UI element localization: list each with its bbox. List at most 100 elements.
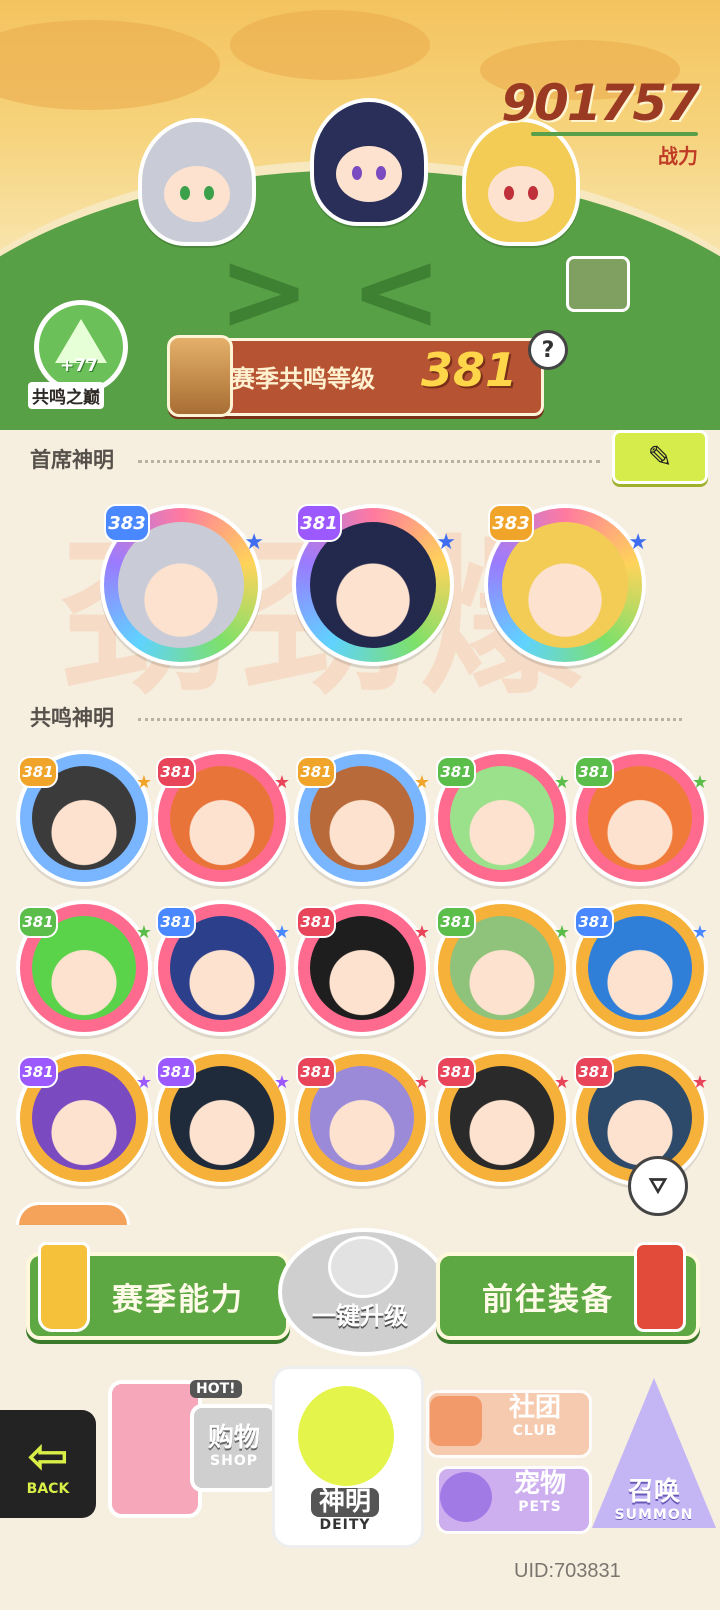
power-value: 901757 [501,74,700,132]
resonance-deity-card[interactable]: 381 ★ [154,1050,290,1186]
back-label: BACK [26,1481,70,1497]
resonance-deity-card[interactable]: 381 ★ [16,750,152,886]
resonance-deity-card[interactable]: 381 ★ [16,900,152,1036]
season-ability-button[interactable]: 赛季能力 [26,1242,290,1340]
one-click-upgrade-button[interactable]: 一键升级 [278,1228,450,1356]
pet-icon [440,1472,492,1522]
star-icon: ★ [413,1072,430,1093]
hot-badge: HOT! [190,1380,242,1398]
go-equipment-label: 前往装备 [482,1281,614,1318]
star-icon: ★ [273,1072,290,1093]
club-label: 社团 [508,1393,561,1423]
edit-pencil-icon[interactable]: ✎ [612,430,708,484]
star-icon: ★ [413,922,430,943]
deity-level-badge: 381 [574,756,614,788]
resonance-deity-card[interactable]: 381 ★ [572,900,708,1036]
star-icon: ★ [691,922,708,943]
combat-power: 901757 战力 [501,74,700,169]
deity-label: 神明 [310,1488,379,1517]
star-icon: ★ [413,772,430,793]
left-arrow-decoration: > [218,227,311,355]
chief-deity-card[interactable]: 381 ★ [292,504,456,666]
one-click-upgrade-label: 一键升级 [312,1302,408,1330]
power-label: 战力 [658,144,698,168]
shop-label: 购物 [207,1423,260,1453]
resonance-deities-title: 共鸣神明 [30,706,114,730]
back-button[interactable]: ⇦ BACK [0,1410,96,1518]
team-character-left[interactable] [138,118,256,246]
deity-level-badge: 381 [436,1056,476,1088]
nav-shop[interactable]: 购物 SHOP HOT! [104,1370,278,1550]
summon-label-en: SUMMON [614,1506,694,1523]
go-equipment-button[interactable]: 前往装备 [436,1242,700,1340]
drink-cup-icon [38,1242,90,1332]
deity-level-badge: 381 [436,906,476,938]
star-icon: ★ [691,772,708,793]
team-character-center[interactable] [310,98,428,226]
star-icon: ★ [628,530,648,555]
nav-summon[interactable]: 召唤 SUMMON [586,1370,718,1538]
resonance-deity-card[interactable]: 381 ★ [572,750,708,886]
deity-level-badge: 381 [18,906,58,938]
vending-machine-icon [108,1380,202,1518]
deity-level-badge: 381 [18,1056,58,1088]
resonance-deity-card[interactable]: 381 ★ [294,900,430,1036]
star-icon: ★ [553,772,570,793]
nav-pets[interactable]: 宠物 PETS [436,1466,592,1534]
resonance-deity-card[interactable]: 381 ★ [434,1050,570,1186]
resonance-deity-card[interactable]: 381 ★ [16,1050,152,1186]
deity-level-badge: 381 [18,756,58,788]
star-icon: ★ [273,922,290,943]
season-resonance-level-banner[interactable]: 赛季共鸣等级 381 [167,335,544,417]
resonance-deity-card[interactable]: 381 ★ [154,750,290,886]
resonance-peak-button[interactable]: +77 共鸣之巅 [22,300,132,410]
peak-bonus: +77 [60,356,98,376]
peak-label: 共鸣之巅 [28,382,104,409]
deity-level-badge: 381 [574,906,614,938]
star-icon: ★ [273,772,290,793]
hammer-icon [634,1242,686,1332]
deity-level-badge: 381 [574,1056,614,1088]
user-id: UID:703831 [514,1560,621,1582]
pets-label: 宠物 [513,1469,566,1499]
question-icon[interactable]: ? [528,330,568,370]
resonance-deity-card[interactable]: 381 ★ [434,900,570,1036]
summon-label: 召唤 [627,1477,680,1507]
season-resonance-label: 赛季共鸣等级 [231,365,375,393]
star-icon: ★ [436,530,456,555]
deity-level-badge: 381 [296,504,342,542]
club-label-en: CLUB [512,1422,558,1439]
chief-deity-card[interactable]: 383 ★ [100,504,264,666]
star-icon: ★ [553,1072,570,1093]
deity-level-badge: 383 [488,504,534,542]
deity-level-badge: 381 [156,906,196,938]
star-icon: ★ [135,772,152,793]
nav-deity[interactable]: 神明 DEITY [272,1366,424,1548]
star-icon: ★ [244,530,264,555]
resonance-deity-card[interactable]: 381 ★ [294,750,430,886]
bag-icon [430,1396,482,1446]
chief-deity-card[interactable]: 383 ★ [484,504,648,666]
season-ability-label: 赛季能力 [112,1281,244,1318]
star-icon: ★ [691,1072,708,1093]
deity-level-badge: 381 [296,1056,336,1088]
back-arrow-icon: ⇦ [27,1427,69,1485]
resonance-deity-card[interactable]: 381 ★ [154,900,290,1036]
nav-club[interactable]: 社团 CLUB [426,1390,592,1458]
deity-level-badge: 381 [296,756,336,788]
deity-label-en: DEITY [319,1516,371,1533]
season-resonance-level: 381 [421,343,518,397]
radio-icon [566,256,630,312]
partial-deity-card[interactable] [16,1202,130,1225]
deity-level-badge: 383 [104,504,150,542]
star-icon: ★ [135,922,152,943]
resonance-deity-card[interactable]: 381 ★ [434,750,570,886]
star-icon: ★ [553,922,570,943]
shop-label-en: SHOP [210,1452,258,1469]
deity-level-badge: 381 [296,906,336,938]
deity-level-badge: 381 [436,756,476,788]
resonance-deity-card[interactable]: 381 ★ [294,1050,430,1186]
deity-mascot-icon [298,1386,394,1486]
right-arrow-decoration: < [350,227,443,355]
filter-icon[interactable]: ⛛ [628,1156,688,1216]
